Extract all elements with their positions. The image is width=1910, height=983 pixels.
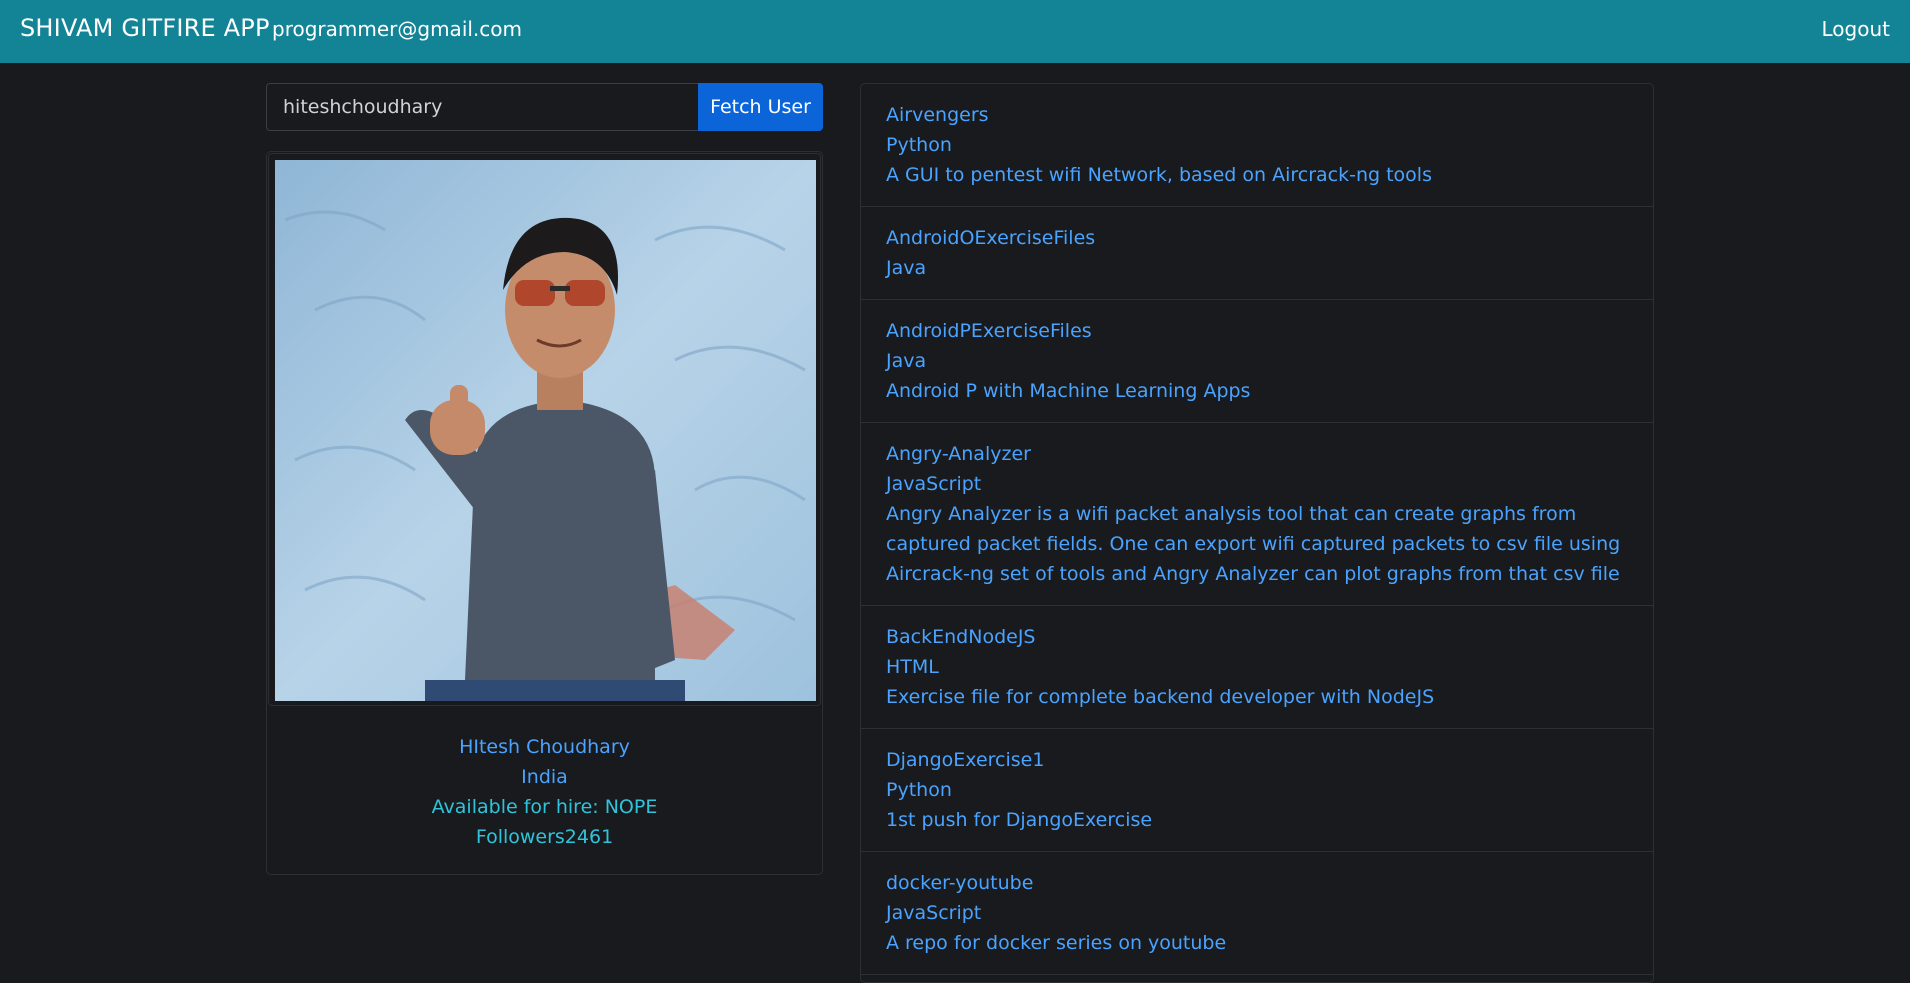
repo-language: HTML	[886, 656, 939, 678]
repo-description: Exercise file for complete backend devel…	[886, 686, 1435, 708]
repo-description: Angry Analyzer is a wifi packet analysis…	[886, 503, 1621, 585]
repo-name[interactable]: BackEndNodeJS	[886, 622, 1628, 652]
repo-language: Java	[886, 350, 927, 372]
repo-name[interactable]: docker-youtube	[886, 868, 1628, 898]
fetch-user-button[interactable]: Fetch User	[698, 83, 823, 131]
top-navbar: SHIVAM GITFIRE APP programmer@gmail.com …	[0, 0, 1910, 63]
repo-name[interactable]: Airvengers	[886, 100, 1628, 130]
repo-item[interactable]: Angry-Analyzer JavaScript Angry Analyzer…	[861, 423, 1653, 606]
followers-count: Followers2461	[475, 826, 614, 848]
username-input[interactable]	[266, 83, 698, 131]
repo-item[interactable]: AndroidPExerciseFiles Java Android P wit…	[861, 300, 1653, 423]
repo-name[interactable]: Angry-Analyzer	[886, 439, 1628, 469]
avatar-frame	[268, 153, 821, 706]
profile-location: India	[521, 766, 568, 788]
profile-card: HItesh Choudhary India Available for hir…	[266, 151, 823, 875]
repo-name[interactable]: AndroidPExerciseFiles	[886, 316, 1628, 346]
logout-link[interactable]: Logout	[1822, 17, 1890, 41]
repo-item[interactable]: docker-youtube JavaScript A repo for doc…	[861, 852, 1653, 975]
avatar-image	[275, 160, 816, 701]
repo-name[interactable]: AndroidOExerciseFiles	[886, 223, 1628, 253]
profile-name[interactable]: HItesh Choudhary	[267, 732, 822, 762]
hire-status: Available for hire: NOPE	[431, 796, 658, 818]
repo-item[interactable]: Airvengers Python A GUI to pentest wifi …	[861, 84, 1653, 207]
repo-language: JavaScript	[886, 473, 982, 495]
app-brand[interactable]: SHIVAM GITFIRE APP	[20, 14, 270, 42]
repo-description: A GUI to pentest wifi Network, based on …	[886, 164, 1432, 186]
repo-item[interactable]: BackEndNodeJS HTML Exercise file for com…	[861, 606, 1653, 729]
repo-description: A repo for docker series on youtube	[886, 932, 1227, 954]
repo-description: Android P with Machine Learning Apps	[886, 380, 1251, 402]
repo-language: Python	[886, 779, 952, 801]
repo-language: Java	[886, 257, 927, 279]
repo-name[interactable]: DjangoExercise1	[886, 745, 1628, 775]
repo-language: JavaScript	[886, 902, 982, 924]
profile-info: HItesh Choudhary India Available for hir…	[267, 732, 822, 852]
repo-language: Python	[886, 134, 952, 156]
repo-list: Airvengers Python A GUI to pentest wifi …	[860, 83, 1654, 983]
avatar	[275, 160, 816, 701]
search-group: Fetch User	[266, 83, 823, 131]
repo-item[interactable]: DjangoExercise1 Python 1st push for Djan…	[861, 729, 1653, 852]
repo-description: 1st push for DjangoExercise	[886, 809, 1153, 831]
user-email: programmer@gmail.com	[272, 17, 522, 41]
repo-item[interactable]: AndroidOExerciseFiles Java	[861, 207, 1653, 300]
